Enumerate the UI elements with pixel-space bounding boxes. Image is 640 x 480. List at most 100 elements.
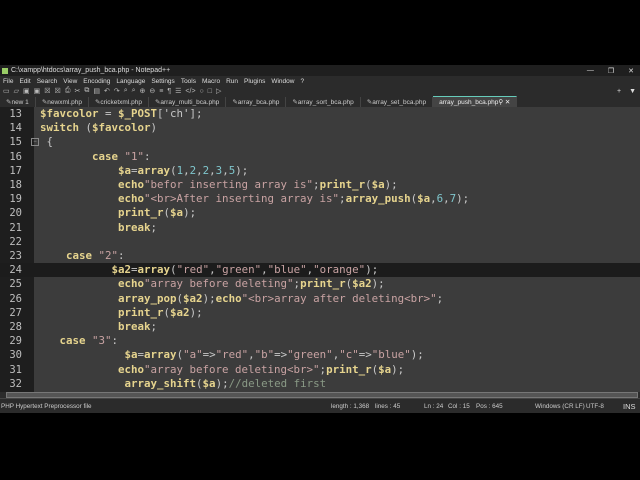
tab-close-icon[interactable]: ⚲ ✕ — [498, 98, 510, 106]
line-number: 29 — [9, 335, 22, 348]
find-icon[interactable]: ⌕ — [124, 87, 128, 95]
code-token: "1" — [118, 149, 145, 163]
undo-icon[interactable]: ↶ — [104, 87, 110, 95]
code-token: ); — [189, 305, 203, 319]
tab-label: array_multi_bca.php — [160, 98, 220, 106]
line-number: 15 — [9, 136, 22, 149]
replace-icon[interactable]: ⌕ — [132, 87, 136, 95]
line-number: 30 — [9, 349, 22, 362]
open-file-icon[interactable]: ▱ — [14, 87, 19, 95]
print-icon[interactable]: ⎙ — [65, 87, 71, 95]
code-text: print_r($a); — [40, 206, 196, 220]
menu-encoding[interactable]: Encoding — [80, 78, 113, 85]
close-icon[interactable]: ☒ — [44, 87, 50, 95]
code-token: : — [144, 149, 151, 163]
tab-array-bca-php[interactable]: ✎ array_bca.php — [226, 97, 287, 107]
wrap-icon[interactable]: ≡ — [159, 88, 163, 95]
menu-window[interactable]: Window — [268, 78, 297, 85]
code-line: 29 case "3": — [0, 334, 640, 348]
code-token: $a — [417, 192, 431, 206]
toolbar: ▭ ▱ ▣ ▣ ☒ ☒ ⎙ ✂ ⧉ ▤ ↶ ↷ ⌕ ⌕ ⊕ ⊖ ≡ ¶ ☰ </… — [0, 86, 640, 96]
tab-array-set-bca-php[interactable]: ✎ array_set_bca.php — [361, 97, 434, 107]
maximize-button[interactable]: ❐ — [608, 67, 614, 75]
zoom-out-icon[interactable]: ⊖ — [149, 87, 155, 95]
menu-run[interactable]: Run — [223, 78, 241, 85]
code-token: "green" — [215, 263, 262, 277]
code-text: print_r($a2); — [40, 306, 203, 320]
menu-tools[interactable]: Tools — [178, 78, 199, 85]
code-token: $a2 — [111, 263, 132, 277]
code-token: ); — [391, 362, 405, 376]
tab-array-push-bca-php[interactable]: array_push_bca.php ⚲ ✕ — [433, 96, 518, 107]
status-lines: lines : 45 — [375, 403, 401, 410]
tab-array-sort-bca-php[interactable]: ✎ array_sort_bca.php — [286, 97, 361, 107]
menu-search[interactable]: Search — [34, 78, 61, 85]
code-token: : — [111, 334, 119, 348]
menu-language[interactable]: Language — [113, 78, 148, 85]
code-line: 23 case "2": — [0, 249, 640, 263]
code-token: $a — [170, 206, 184, 220]
code-token: echo — [118, 178, 145, 191]
line-number: 31 — [9, 363, 22, 376]
copy-icon[interactable]: ⧉ — [84, 87, 89, 95]
menu-macro[interactable]: Macro — [199, 78, 223, 85]
redo-icon[interactable]: ↷ — [114, 87, 120, 95]
menu-file[interactable]: File — [0, 78, 16, 85]
close-button[interactable]: ✕ — [628, 67, 634, 75]
code-line: 22 — [0, 235, 640, 249]
tab-list-button[interactable]: ▼ — [629, 88, 636, 95]
play-macro-icon[interactable]: ▷ — [216, 87, 221, 95]
code-token: ; — [150, 220, 158, 234]
tab-new-1[interactable]: ✎ new 1 — [0, 97, 36, 107]
show-all-chars-icon[interactable]: ¶ — [167, 88, 171, 95]
code-token: ); — [384, 178, 398, 191]
status-ln: Ln : 24 — [424, 403, 444, 410]
save-icon[interactable]: ▣ — [23, 87, 30, 95]
new-file-icon[interactable]: ▭ — [3, 87, 10, 95]
menu-edit[interactable]: Edit — [16, 78, 33, 85]
line-number: 17 — [9, 164, 22, 177]
save-all-icon[interactable]: ▣ — [34, 87, 41, 95]
tab-array-multi-bca-php[interactable]: ✎ array_multi_bca.php — [149, 97, 227, 107]
code-editor[interactable]: 13 $favcolor = $_POST['ch']; 14 switch ($fa… — [0, 107, 640, 392]
zoom-in-icon[interactable]: ⊕ — [140, 87, 146, 95]
code-token: $a — [378, 362, 392, 376]
code-token: "befor inserting array is" — [144, 178, 314, 191]
status-encoding: UTF-8 — [586, 403, 604, 410]
code-text: array_shift($a);//deleted first — [40, 376, 327, 391]
xml-icon[interactable]: </> — [185, 88, 195, 95]
stop-macro-icon[interactable]: □ — [208, 88, 212, 95]
code-token: "a" — [183, 348, 203, 362]
tab-cricketxml-php[interactable]: ✎ cricketxml.php — [89, 97, 149, 107]
fold-toggle-icon[interactable]: − — [31, 138, 39, 147]
line-number: 23 — [9, 250, 22, 262]
menu-help[interactable]: ? — [297, 78, 307, 85]
tab-newxml-php[interactable]: ✎ newxml.php — [36, 97, 89, 107]
code-token: ( — [79, 121, 93, 135]
code-token: "2" — [92, 249, 119, 262]
menu-settings[interactable]: Settings — [148, 78, 178, 85]
menu-view[interactable]: View — [60, 78, 80, 85]
record-macro-icon[interactable]: ○ — [200, 88, 204, 95]
code-token: break — [118, 220, 151, 234]
code-token: : — [118, 249, 125, 262]
indent-guide-icon[interactable]: ☰ — [175, 87, 181, 95]
code-token: break — [118, 320, 151, 333]
code-line: 13 $favcolor = $_POST['ch']; — [0, 107, 640, 121]
new-tab-button[interactable]: + — [617, 88, 621, 95]
code-token: "array before deleting<br>" — [144, 362, 320, 376]
code-token: //deleted first — [228, 376, 327, 390]
code-token: "green" — [287, 348, 333, 362]
minimize-button[interactable]: — — [587, 67, 594, 75]
paste-icon[interactable]: ▤ — [93, 87, 100, 95]
status-insert-mode: INS — [623, 402, 636, 411]
close-all-icon[interactable]: ☒ — [55, 87, 61, 95]
menu-plugins[interactable]: Plugins — [241, 78, 268, 85]
cut-icon[interactable]: ✂ — [74, 87, 80, 95]
title-bar: C:\xampp\htdocs\array_push_bca.php - Not… — [0, 65, 640, 76]
line-number: 13 — [9, 108, 22, 120]
